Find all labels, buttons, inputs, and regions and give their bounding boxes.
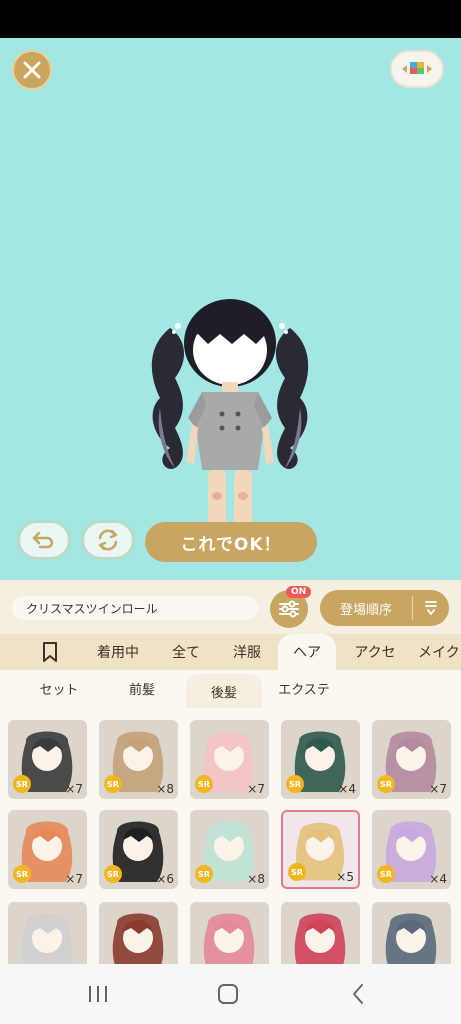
item-count: ×6 [156,872,174,886]
hair-thumbnail [294,913,346,964]
sort-direction-icon[interactable] [413,599,449,617]
hair-thumbnail [112,913,164,964]
subtab-bangs[interactable]: 前髪 [104,674,180,702]
item-name-field: クリスマスツインロール [12,596,258,620]
system-nav-bar [0,964,461,1024]
item-count: ×8 [247,872,265,886]
rarity-badge: SR [104,775,122,793]
hair-item[interactable] [281,902,360,964]
hair-item[interactable]: SR ×4 [281,720,360,799]
hair-item[interactable]: SR ×7 [190,720,269,799]
item-count: ×7 [429,782,447,796]
avatar-figure [151,299,309,546]
tab-clothes[interactable]: 洋服 [222,634,272,670]
home-button[interactable] [208,980,248,1008]
item-count: ×8 [156,782,174,796]
tab-wearing[interactable]: 着用中 [88,634,148,670]
recent-apps-icon [89,986,107,1002]
tab-makeup[interactable]: メイク [418,634,461,670]
back-button[interactable] [338,980,378,1008]
sort-order-button[interactable]: 登場順序 [320,590,449,626]
rarity-badge: SR [377,775,395,793]
sort-label: 登場順序 [339,602,392,618]
rarity-badge: SR [288,863,306,881]
home-icon [218,984,238,1004]
tab-hair[interactable]: ヘア [278,634,336,670]
tab-all[interactable]: 全て [162,634,210,670]
rarity-badge: SR [104,865,122,883]
hair-item[interactable]: SR ×5 [281,810,360,889]
rarity-badge: SR [195,775,213,793]
wardrobe-panel: クリスマスツインロール ON 登場順序 着用中 全て 洋服 ヘア アクセ メイク [0,580,461,964]
rarity-badge: SR [13,865,31,883]
close-icon [23,61,41,79]
status-bar [0,0,461,38]
hair-item[interactable] [372,902,451,964]
hair-item[interactable]: SR ×8 [190,810,269,889]
subtab-set[interactable]: セット [20,674,98,702]
rarity-badge: SR [377,865,395,883]
tab-accessories[interactable]: アクセ [344,634,406,670]
hair-item[interactable]: SR ×7 [8,720,87,799]
item-count: ×7 [65,872,83,886]
recent-apps-button[interactable] [78,980,118,1008]
hair-item[interactable]: SR ×6 [99,810,178,889]
rarity-badge: SR [195,865,213,883]
hair-thumbnail [385,913,437,964]
hair-item[interactable]: SR ×7 [372,720,451,799]
item-count: ×7 [247,782,265,796]
hair-item[interactable] [99,902,178,964]
hair-item[interactable] [190,902,269,964]
hair-subtabs: セット 前髪 後髪 エクステ [0,670,461,708]
undo-button[interactable] [17,520,71,560]
item-count: ×4 [338,782,356,796]
reset-button[interactable] [81,520,135,560]
back-arrow-icon [353,984,363,1004]
confirm-ok-button[interactable]: これでOK！ [145,522,317,562]
rarity-badge: SR [13,775,31,793]
close-button[interactable] [12,50,52,90]
layout-menu-button[interactable] [390,50,444,88]
item-count: ×7 [65,782,83,796]
subtab-extensions[interactable]: エクステ [268,674,340,702]
subtab-back-hair[interactable]: 後髪 [186,674,262,708]
hair-item[interactable]: SR ×7 [8,810,87,889]
hair-item[interactable]: SR ×8 [99,720,178,799]
hair-thumbnail [21,913,73,964]
refresh-icon [98,529,118,551]
item-grid: SR ×7 SR ×8 SR ×7 SR ×4 SR ×7 SR ×7 SR ×6 SR ×8 SR ×5 SR ×4 [0,708,461,964]
hair-item[interactable]: SR ×4 [372,810,451,889]
blocks-icon [402,62,432,74]
item-count: ×5 [336,870,354,884]
item-count: ×4 [429,872,447,886]
avatar-stage: これでOK！ [0,38,461,580]
undo-icon [32,531,54,549]
filter-on-badge: ON [286,586,312,598]
rarity-badge: SR [286,775,304,793]
hair-item[interactable] [8,902,87,964]
bookmark-icon [43,642,57,662]
sliders-icon [279,600,299,618]
tab-bookmark[interactable] [30,634,70,670]
category-tabs: 着用中 全て 洋服 ヘア アクセ メイク [0,634,461,670]
hair-thumbnail [203,913,255,964]
